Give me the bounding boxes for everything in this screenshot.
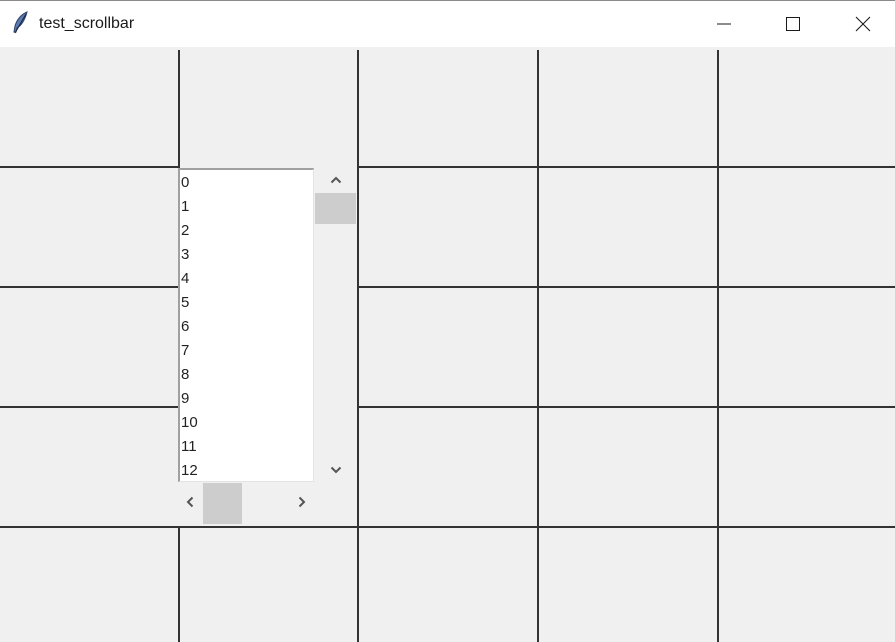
grid-line	[357, 50, 359, 642]
vertical-scrollbar[interactable]	[314, 168, 357, 482]
list-item[interactable]: 3	[181, 243, 189, 267]
client-area	[0, 47, 895, 642]
maximize-button[interactable]	[770, 1, 816, 47]
grid-line	[357, 286, 895, 288]
list-item[interactable]: 9	[181, 387, 189, 411]
grid-line	[357, 406, 895, 408]
feather-icon	[10, 11, 32, 35]
horizontal-scroll-thumb[interactable]	[203, 483, 242, 524]
list-item[interactable]: 2	[181, 219, 189, 243]
grid-line	[537, 50, 539, 642]
grid-line	[0, 526, 895, 528]
scroll-up-button[interactable]	[314, 168, 357, 192]
list-item[interactable]: 8	[181, 363, 189, 387]
maximize-icon	[785, 16, 801, 32]
grid-line	[0, 286, 180, 288]
list-item[interactable]: 12	[181, 459, 198, 481]
chevron-left-icon	[186, 495, 194, 513]
scroll-right-button[interactable]	[290, 482, 314, 525]
list-item[interactable]: 6	[181, 315, 189, 339]
title-bar[interactable]: test_scrollbar	[0, 0, 895, 47]
app-window: test_scrollbar 0 1 2 3 4 5 6 7 8 9 10 11…	[0, 0, 895, 642]
minimize-button[interactable]	[701, 1, 747, 47]
chevron-up-icon	[330, 171, 342, 189]
scroll-left-button[interactable]	[178, 482, 202, 525]
chevron-right-icon	[298, 495, 306, 513]
list-item[interactable]: 5	[181, 291, 189, 315]
grid-line	[178, 526, 180, 642]
grid-line	[0, 166, 180, 168]
minimize-icon	[716, 16, 732, 32]
chevron-down-icon	[330, 461, 342, 479]
list-item[interactable]: 10	[181, 411, 198, 435]
grid-line	[178, 50, 180, 167]
grid-line	[0, 406, 180, 408]
list-item[interactable]: 0	[181, 171, 189, 195]
vertical-scroll-thumb[interactable]	[315, 193, 356, 224]
close-icon	[855, 16, 871, 32]
list-item[interactable]: 1	[181, 195, 189, 219]
grid-line	[717, 50, 719, 642]
list-item[interactable]: 7	[181, 339, 189, 363]
window-title: test_scrollbar	[39, 15, 135, 32]
close-button[interactable]	[840, 1, 886, 47]
list-item[interactable]: 4	[181, 267, 189, 291]
scroll-down-button[interactable]	[314, 458, 357, 482]
grid-line	[357, 166, 895, 168]
list-item[interactable]: 11	[181, 435, 197, 459]
horizontal-scrollbar[interactable]	[178, 482, 314, 525]
listbox[interactable]: 0 1 2 3 4 5 6 7 8 9 10 11 12	[178, 168, 314, 482]
